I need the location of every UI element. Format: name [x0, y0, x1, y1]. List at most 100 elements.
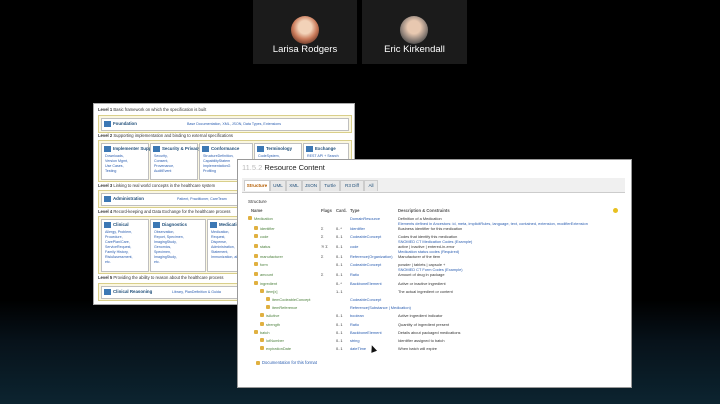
element-card: 0..1 — [336, 262, 343, 268]
element-icon — [254, 234, 258, 239]
table-row: Medication DomainResource Definition of a … — [246, 216, 621, 226]
element-flags: Σ — [321, 226, 324, 231]
element-icon — [260, 346, 264, 351]
table-row: form 0..1 CodeableConcept powder | tablets … — [246, 262, 621, 272]
element-card: 0..1 — [336, 313, 343, 319]
administration-icon — [104, 196, 111, 202]
element-type[interactable]: BackboneElement — [350, 281, 382, 286]
element-icon — [260, 338, 264, 342]
avatar — [291, 16, 319, 44]
element-name[interactable]: ingredient — [260, 281, 277, 286]
resource-content-panel: 11.5.2 Resource Content Structure UML XM… — [237, 159, 632, 388]
element-type[interactable]: dateTime — [350, 346, 366, 351]
element-icon — [254, 280, 258, 285]
tab-structure[interactable]: Structure — [244, 180, 270, 191]
element-icon — [266, 297, 270, 301]
element-icon — [248, 216, 252, 220]
lock-icon — [153, 146, 160, 152]
element-name[interactable]: strength — [266, 322, 280, 327]
element-icon — [266, 305, 270, 310]
element-type[interactable]: Identifier — [350, 226, 365, 231]
element-desc: Business identifier for this medication — [398, 226, 463, 231]
tab-r3-diff[interactable]: R3 Diff — [340, 180, 364, 191]
element-type[interactable]: CodeableConcept — [350, 234, 381, 239]
col-name: Name — [251, 208, 263, 213]
element-type[interactable]: boolean — [350, 313, 364, 318]
element-type[interactable]: DomainResource — [350, 216, 380, 221]
element-type[interactable]: BackboneElement — [350, 330, 382, 335]
element-card: 0..1 — [336, 244, 343, 250]
tab-xml[interactable]: XML — [286, 180, 302, 191]
participant-name: Eric Kirkendall — [384, 44, 445, 55]
element-card: 0..1 — [336, 329, 343, 335]
element-name[interactable]: manufacturer — [260, 254, 283, 259]
element-type[interactable]: Reference(Substance | Medication) — [350, 305, 411, 310]
level-number: Level 4 — [98, 209, 113, 214]
element-name[interactable]: form — [260, 262, 268, 267]
element-type[interactable]: CodeableConcept — [350, 262, 381, 267]
clinical-box[interactable]: Clinical Allergy, Problem, Procedure, Care… — [101, 219, 149, 272]
col-card: Card. — [336, 208, 347, 213]
element-name[interactable]: code — [260, 234, 268, 239]
documentation-link[interactable]: Documentation for this format — [256, 360, 317, 365]
medications-icon — [210, 222, 217, 228]
element-icon — [254, 329, 258, 334]
element-name[interactable]: expirationDate — [266, 346, 291, 351]
element-icon — [260, 313, 264, 318]
element-name[interactable]: isActive — [266, 313, 279, 318]
security-privacy-box[interactable]: Security & Privacy Security, Consent, Prov… — [150, 143, 201, 180]
element-type[interactable]: string — [350, 338, 360, 343]
section-heading: Structure — [248, 199, 267, 204]
reasoning-icon — [104, 289, 111, 295]
element-name[interactable]: status — [260, 244, 270, 249]
element-card: 0..1 — [336, 346, 343, 352]
terminology-icon — [257, 146, 264, 152]
element-icon — [260, 321, 264, 326]
element-type[interactable]: Reference(Organization) — [350, 254, 393, 259]
element-name[interactable]: item[x] — [266, 289, 277, 294]
level-text: Linking to real world concepts in the he… — [113, 183, 216, 188]
foundation-box[interactable]: Foundation Base Documentation, XML, JSON… — [101, 118, 349, 131]
level-text: Providing the ability to reason about th… — [113, 275, 224, 280]
implementer-support-box[interactable]: Implementer Support Downloads, Version Mg… — [101, 143, 157, 180]
doc-icon — [256, 360, 260, 365]
tab-json[interactable]: JSON — [302, 180, 320, 191]
element-name[interactable]: identifier — [260, 226, 275, 231]
clinical-reasoning-box[interactable]: Clinical Reasoning Library, PlanDefiniti… — [101, 286, 249, 299]
conformance-icon — [202, 146, 209, 152]
element-name[interactable]: Medication — [254, 216, 273, 221]
element-name[interactable]: lotNumber — [266, 338, 284, 343]
element-name[interactable]: itemReference — [272, 305, 297, 310]
table-row: strength 0..1 Ratio Quantity of ingredient … — [246, 321, 621, 330]
element-name[interactable]: amount — [260, 272, 273, 277]
element-name[interactable]: batch — [260, 330, 270, 335]
tab-all[interactable]: All — [364, 180, 378, 191]
reasoning-links[interactable]: Library, PlanDefinition & Guida — [172, 290, 221, 295]
table-row: itemReference Reference(Substance | Medic… — [246, 305, 621, 313]
element-card: 0..1 — [336, 254, 343, 260]
element-flags: Σ — [321, 234, 324, 240]
element-icon — [254, 226, 258, 230]
participant-tile-1: Larisa Rodgers — [253, 0, 357, 64]
element-desc: The actual ingredient or content — [398, 288, 453, 294]
element-icon — [254, 244, 258, 249]
foundation-label: Foundation — [113, 121, 137, 127]
element-type[interactable]: code — [350, 244, 358, 249]
element-name[interactable]: itemCodeableConcept — [272, 297, 311, 302]
tab-uml[interactable]: UML — [270, 180, 286, 191]
element-card: 0..* — [336, 280, 342, 286]
tab-turtle[interactable]: Turtle — [320, 180, 340, 191]
element-card: 0..1 — [336, 272, 343, 278]
diagnostics-box[interactable]: Diagnostics Observation, Report, Specimen… — [150, 219, 206, 272]
level1-band: Foundation Base Documentation, XML, JSON… — [98, 115, 352, 133]
exchange-icon — [306, 146, 313, 152]
table-row: expirationDate 0..1 dateTime When batch wil… — [246, 346, 621, 354]
administration-links[interactable]: Patient, Practitioner, CareTeam — [177, 197, 227, 202]
element-type[interactable]: Ratio — [350, 272, 359, 277]
element-type[interactable]: CodeableConcept — [350, 297, 381, 302]
foundation-links[interactable]: Base Documentation, XML, JSON, Data Type… — [187, 122, 281, 127]
element-desc: When batch will expire — [398, 346, 437, 352]
table-row: batch 0..1 BackboneElement Details about pa… — [246, 329, 621, 338]
level-number: Level 1 — [98, 107, 113, 112]
element-type[interactable]: Ratio — [350, 322, 359, 327]
